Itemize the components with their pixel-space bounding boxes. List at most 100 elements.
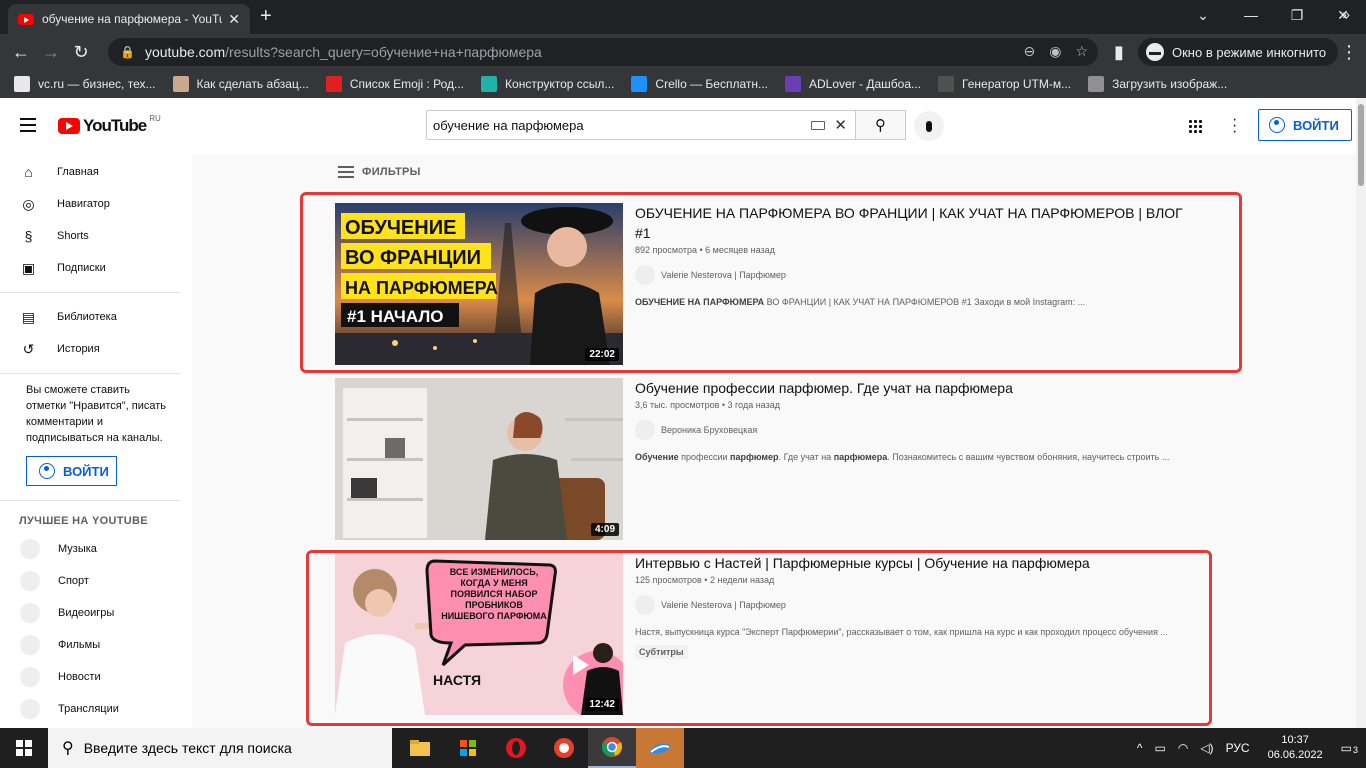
voice-search-button[interactable] — [914, 111, 944, 141]
bookmark-item[interactable]: Как сделать абзац... — [172, 76, 309, 92]
forward-icon[interactable]: → — [36, 37, 66, 67]
sidebar-item-best[interactable]: Фильмы — [0, 629, 192, 661]
sidebar-item-best[interactable]: Музыка — [0, 533, 192, 565]
wifi-icon[interactable]: ◠ — [1178, 741, 1188, 755]
bookmark-item[interactable]: Генератор UTM-м... — [938, 76, 1071, 92]
taskbar-search-placeholder: Введите здесь текст для поиска — [83, 740, 292, 756]
category-avatar — [20, 635, 40, 655]
input-language[interactable]: РУС — [1226, 741, 1250, 755]
tray-overflow-icon[interactable]: ^ — [1137, 741, 1143, 755]
filters-button[interactable]: ФИЛЬТРЫ — [338, 166, 421, 178]
incognito-label: Окно в режиме инкогнито — [1172, 44, 1327, 60]
sidebar-item[interactable]: ⌂ Главная — [0, 156, 192, 188]
back-icon[interactable]: ← — [6, 37, 36, 67]
video-title[interactable]: Обучение профессии парфюмер. Где учат на… — [635, 378, 1195, 398]
bookmark-favicon-icon — [1088, 76, 1105, 92]
sidebar-signin-label: ВОЙТИ — [63, 463, 109, 479]
sidebar-item-best[interactable]: Трансляции — [0, 693, 192, 725]
video-result[interactable]: 4:09 Обучение профессии парфюмер. Где уч… — [335, 378, 1235, 540]
bookmark-label: Список Emoji : Род... — [349, 77, 465, 91]
home-icon: ⌂ — [24, 164, 33, 180]
volume-icon[interactable]: ◁) — [1200, 741, 1213, 755]
sidebar-signin-button[interactable]: ВОЙТИ — [26, 456, 117, 486]
video-thumbnail[interactable]: 4:09 — [335, 378, 623, 540]
bookmark-star-icon[interactable]: ☆ — [1075, 43, 1088, 60]
start-button[interactable] — [0, 728, 48, 768]
clock-date: 06.06.2022 — [1267, 749, 1323, 761]
desc-highlight: парфюмера — [833, 452, 888, 462]
youtube-logo[interactable]: YouTube RU — [58, 114, 161, 136]
bookmark-item[interactable]: Список Emoji : Род... — [325, 76, 465, 92]
sidebar-item-label: Спорт — [58, 575, 89, 587]
windows-taskbar: ⚲ Введите здесь текст для поиска ^ ▭ ◠ ◁… — [0, 728, 1366, 768]
taskbar-apps — [396, 728, 684, 768]
bookmarks-more-icon[interactable]: » — [1342, 6, 1350, 22]
tab-title: обучение на парфюмера - YouTube — [42, 12, 223, 26]
subscriptions-icon: ▣ — [21, 259, 36, 276]
browser-tab[interactable]: обучение на парфюмера - YouTube ✕ — [8, 4, 250, 34]
address-bar[interactable]: 🔒 youtube.com/results?search_query=обуче… — [108, 38, 1098, 66]
bookmark-item[interactable]: ADLover - Дашбоа... — [785, 76, 921, 92]
reload-icon[interactable]: ↻ — [66, 37, 96, 67]
sidebar-item-best[interactable]: Новости — [0, 661, 192, 693]
sidepanel-icon[interactable]: ▮ — [1104, 37, 1134, 67]
browser-chrome: обучение на парфюмера - YouTube ✕ + ⌄ — … — [0, 0, 1366, 98]
channel-avatar[interactable] — [635, 420, 655, 440]
clock-time: 10:37 — [1281, 734, 1309, 746]
tab-strip: обучение на парфюмера - YouTube ✕ + ⌄ — … — [0, 0, 1366, 34]
store-app[interactable] — [444, 728, 492, 768]
sidebar-item[interactable]: ↺ История — [0, 333, 192, 365]
search-icon: ⚲ — [875, 117, 886, 134]
search-value: обучение на парфюмера — [433, 117, 584, 133]
search-button[interactable]: ⚲ — [856, 110, 906, 140]
sidebar-item-best[interactable]: Спорт — [0, 565, 192, 597]
notifications-icon[interactable]: ▭ 3 — [1341, 741, 1358, 755]
sidebar-item[interactable]: ▣ Подписки — [0, 252, 192, 284]
sidebar-item[interactable]: ▤ Библиотека — [0, 301, 192, 333]
bookmark-item[interactable]: Конструктор ссыл... — [481, 76, 614, 92]
scrollbar-thumb[interactable] — [1358, 104, 1364, 186]
file-explorer-app[interactable] — [396, 728, 444, 768]
taskbar-search-input[interactable]: ⚲ Введите здесь текст для поиска — [48, 728, 392, 768]
sidebar-item[interactable]: § Shorts — [0, 220, 192, 252]
channel-link[interactable]: Вероника Бруховецкая — [635, 420, 1195, 440]
tab-close-icon[interactable]: ✕ — [228, 11, 240, 28]
settings-more-icon[interactable]: · · · — [1232, 112, 1237, 140]
clear-search-icon[interactable]: ✕ — [834, 116, 847, 134]
taskbar-clock[interactable]: 10:37 06.06.2022 — [1268, 733, 1323, 763]
apps-grid-icon[interactable] — [1188, 119, 1202, 133]
opera-icon — [506, 738, 526, 758]
zoom-icon[interactable]: ⊖ — [1023, 43, 1035, 60]
sidebar-item-label: Музыка — [58, 543, 97, 555]
bookmark-item[interactable]: Загрузить изображ... — [1088, 76, 1227, 92]
tracking-blocked-icon[interactable]: ◉ — [1049, 43, 1061, 60]
bookmark-label: Загрузить изображ... — [1112, 77, 1228, 91]
window-maximize-button[interactable]: ❐ — [1274, 0, 1320, 30]
thumbnail-image-studio — [335, 378, 623, 540]
window-minimize-button[interactable]: — — [1228, 0, 1274, 30]
new-tab-icon[interactable]: + — [260, 6, 272, 26]
yandex-browser-app[interactable] — [540, 728, 588, 768]
minimize-icon[interactable]: ⌄ — [1180, 0, 1226, 30]
youtube-play-icon — [58, 118, 80, 134]
bookmark-label: vc.ru — бизнес, тех... — [38, 77, 156, 91]
bookmark-item[interactable]: vc.ru — бизнес, тех... — [14, 76, 156, 92]
chrome-app[interactable] — [588, 728, 636, 768]
search-input[interactable]: обучение на парфюмера ✕ — [426, 110, 856, 140]
opera-app[interactable] — [492, 728, 540, 768]
category-avatar — [20, 667, 40, 687]
bookmark-item[interactable]: Crello — Бесплатн... — [631, 76, 768, 92]
pinned-app[interactable] — [636, 728, 684, 768]
sidebar-item[interactable]: ◎ Навигатор — [0, 188, 192, 220]
incognito-indicator[interactable]: Окно в режиме инкогнито — [1138, 38, 1339, 66]
lock-icon[interactable]: 🔒 — [120, 45, 135, 59]
header-signin-button[interactable]: ВОЙТИ — [1258, 109, 1352, 141]
sidebar-item-label: Подписки — [57, 262, 106, 274]
sidebar-item-best[interactable]: Видеоигры — [0, 597, 192, 629]
keyboard-icon[interactable] — [811, 121, 825, 130]
page-scrollbar[interactable] — [1356, 98, 1366, 728]
browser-menu-icon[interactable]: ⋮ — [1334, 37, 1364, 67]
bookmark-favicon-icon — [785, 76, 802, 92]
battery-icon[interactable]: ▭ — [1155, 741, 1166, 755]
menu-icon[interactable] — [20, 118, 36, 132]
